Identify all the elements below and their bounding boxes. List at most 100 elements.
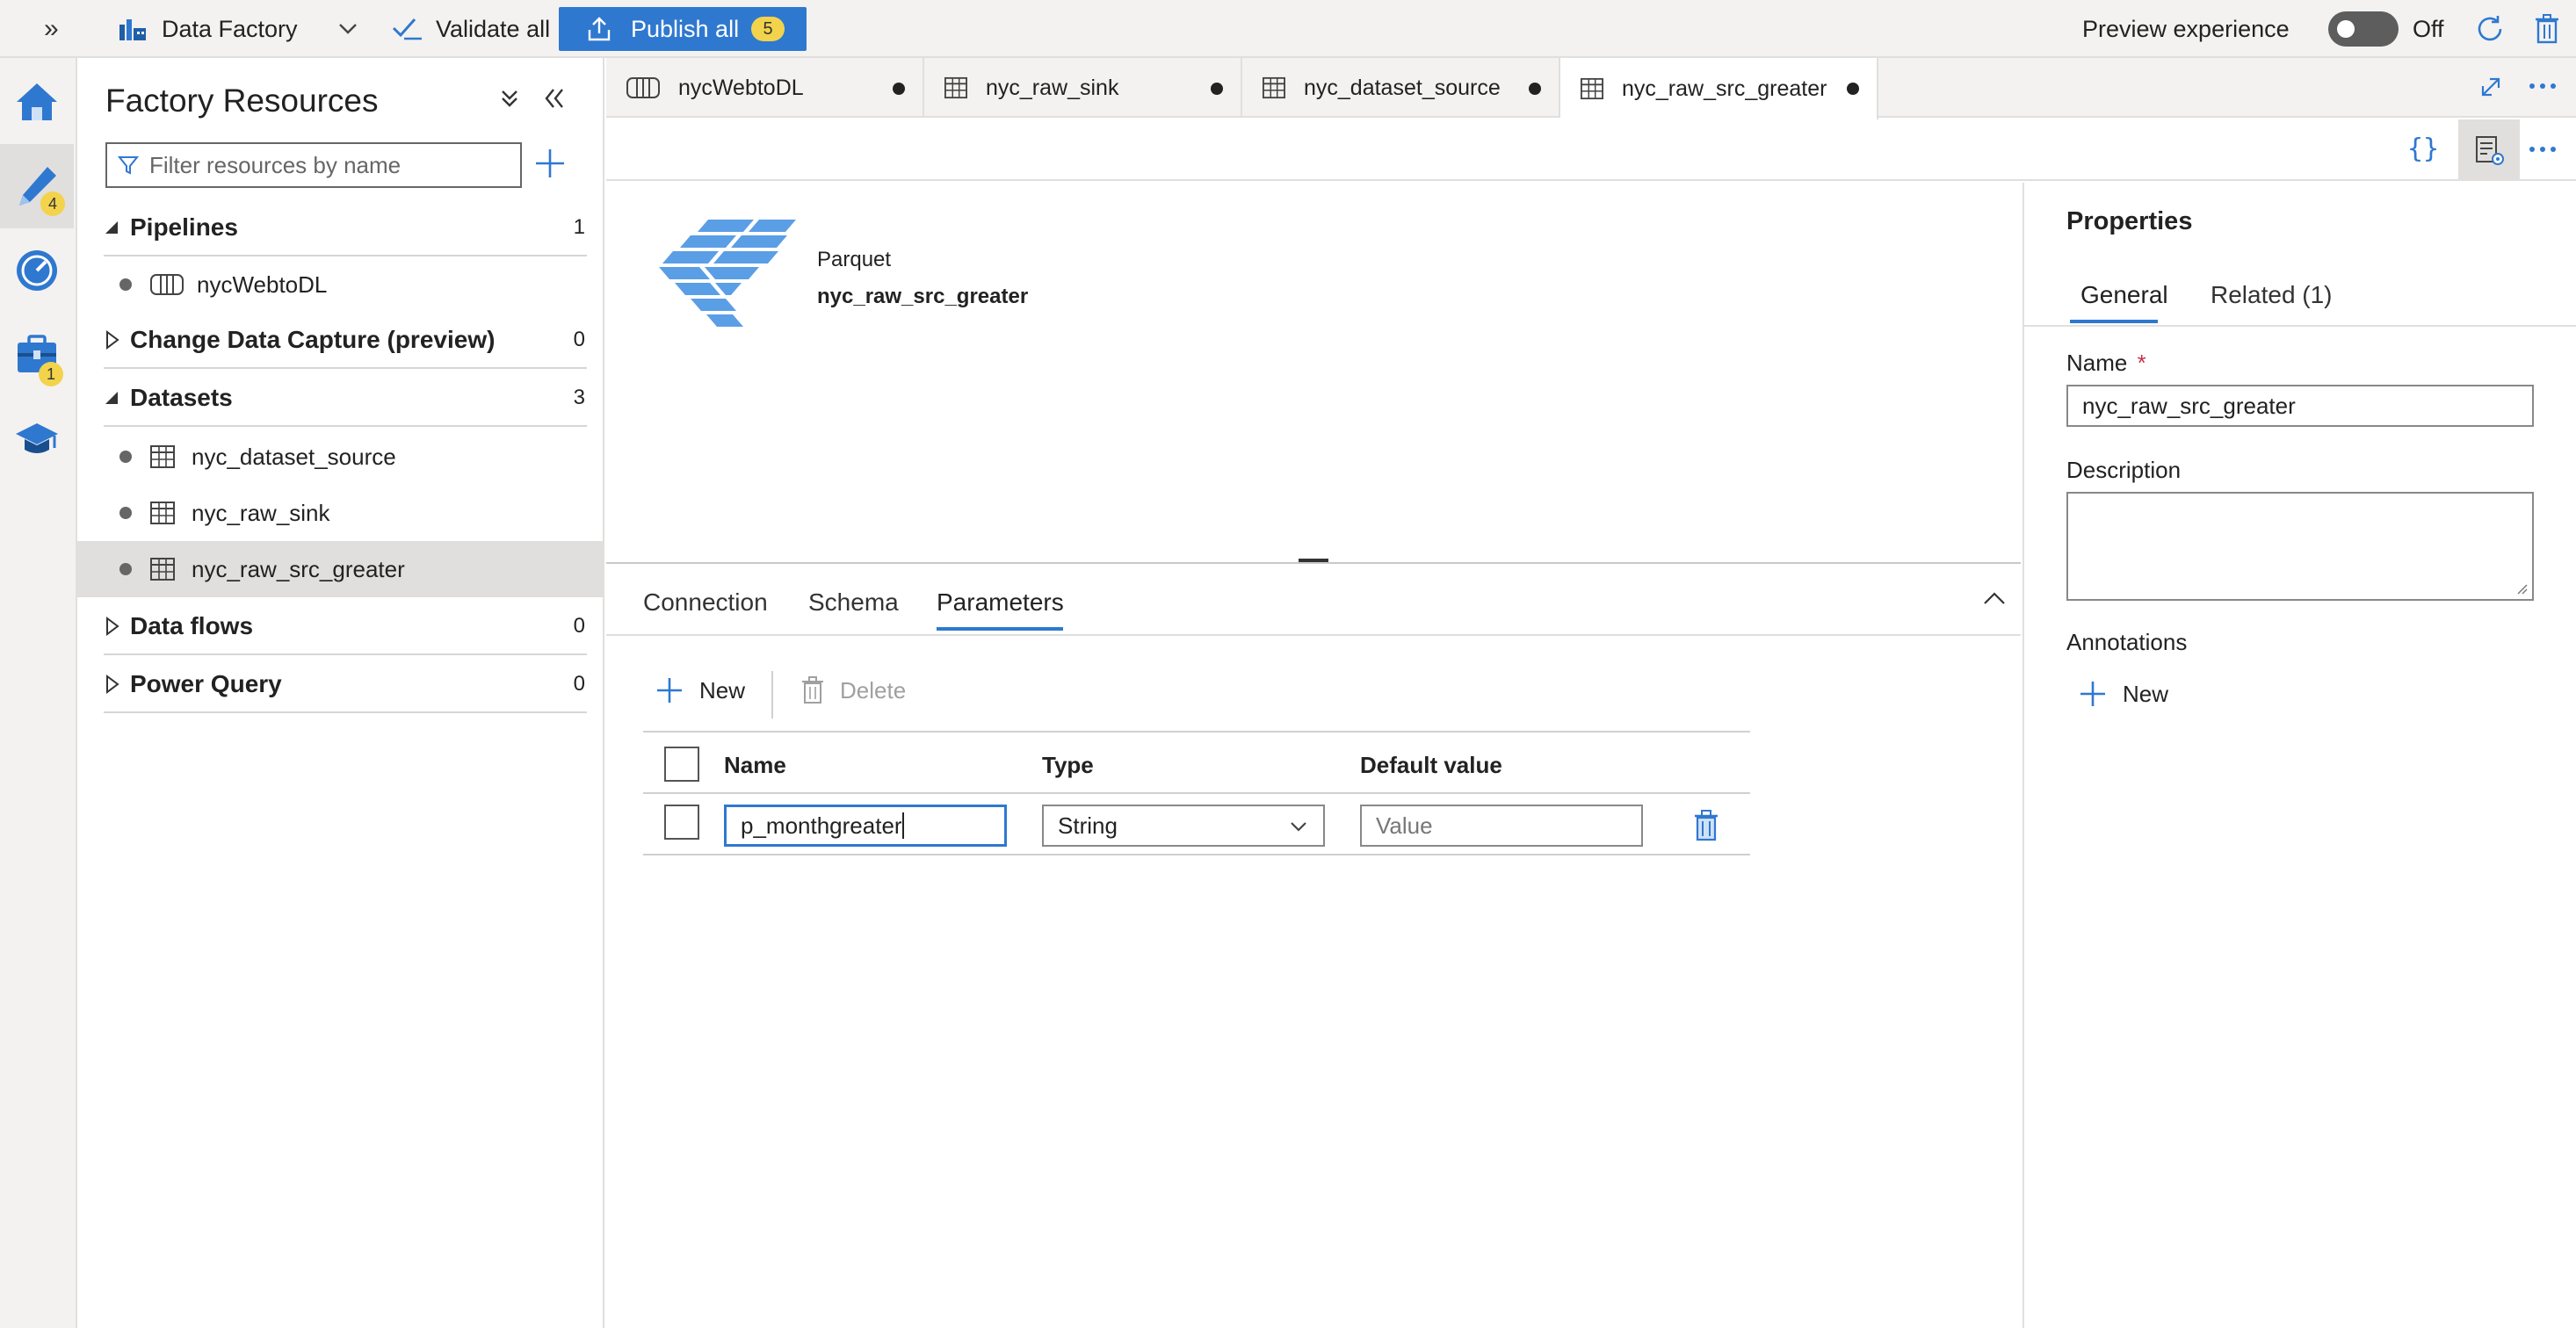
tab-nycwebtodl[interactable]: nycWebtoDL	[606, 58, 924, 118]
double-chevron-down-icon	[497, 84, 522, 112]
publish-all-button[interactable]: Publish all 5	[559, 7, 807, 51]
section-count: 3	[573, 386, 585, 409]
new-parameter-label: New	[699, 676, 746, 704]
dataset-item[interactable]: nyc_raw_sink	[77, 485, 604, 541]
dataset-item-selected[interactable]: nyc_raw_src_greater	[77, 541, 604, 597]
tab-label: nyc_raw_sink	[986, 75, 1119, 100]
section-count: 0	[573, 614, 585, 638]
tab-nyc-raw-src-greater[interactable]: nyc_raw_src_greater	[1560, 58, 1878, 119]
parameter-name-input[interactable]: p_monthgreater	[724, 805, 1007, 847]
collapse-all-button[interactable]	[497, 84, 522, 112]
dataset-name: nyc_raw_src_greater	[192, 555, 405, 582]
description-label: Description	[2066, 457, 2182, 483]
validate-all-button[interactable]: Validate all	[392, 0, 550, 58]
validate-check-icon	[392, 16, 423, 42]
ellipsis-icon	[2527, 139, 2558, 160]
properties-toggle-button[interactable]	[2458, 119, 2520, 181]
trash-icon	[2534, 14, 2560, 44]
tab-nyc-dataset-source[interactable]: nyc_dataset_source	[1242, 58, 1560, 118]
collapse-panel-button[interactable]	[1982, 590, 2007, 606]
dataset-item[interactable]: nyc_dataset_source	[77, 429, 604, 485]
collapsed-triangle-icon	[104, 330, 119, 350]
section-datasets[interactable]: Datasets 3	[104, 371, 587, 427]
tab-related[interactable]: Related (1)	[2211, 281, 2333, 309]
plus-icon	[655, 676, 684, 704]
section-label: Pipelines	[130, 213, 238, 241]
tab-connection[interactable]: Connection	[643, 588, 768, 617]
publish-all-label: Publish all	[631, 15, 740, 42]
table-icon	[1262, 76, 1286, 99]
chevron-up-icon	[1982, 590, 2007, 606]
manage-nav-button[interactable]: 1	[0, 313, 74, 397]
text-cursor	[901, 812, 904, 839]
preview-toggle[interactable]: Off	[2328, 0, 2444, 58]
discard-all-button[interactable]	[2534, 0, 2560, 58]
home-nav-button[interactable]	[0, 60, 74, 144]
select-all-checkbox[interactable]	[664, 747, 699, 782]
factory-selector[interactable]: Data Factory	[118, 0, 358, 58]
column-header-default-value: Default value	[1360, 752, 1502, 778]
table-icon	[149, 557, 176, 581]
parameter-type-select[interactable]: String	[1042, 805, 1325, 847]
filter-resources-input[interactable]: Filter resources by name	[105, 142, 522, 188]
table-icon	[149, 444, 176, 469]
manage-badge: 1	[39, 362, 63, 386]
delete-row-button[interactable]	[1694, 810, 1719, 841]
code-view-button[interactable]: {}	[2407, 134, 2439, 164]
row-checkbox[interactable]	[664, 805, 699, 840]
name-input[interactable]: nyc_raw_src_greater	[2066, 385, 2534, 427]
tab-divider	[606, 634, 2021, 636]
section-change-data-capture[interactable]: Change Data Capture (preview) 0	[104, 313, 587, 369]
learning-nav-button[interactable]	[0, 397, 74, 481]
refresh-button[interactable]	[2474, 0, 2506, 58]
tab-label: nycWebtoDL	[678, 75, 804, 100]
tab-schema[interactable]: Schema	[808, 588, 899, 617]
required-asterisk: *	[2137, 350, 2146, 376]
description-textarea[interactable]	[2066, 492, 2534, 601]
column-header-name: Name	[724, 752, 786, 778]
pipeline-item[interactable]: nycWebtoDL	[77, 256, 604, 313]
maximize-button[interactable]	[2478, 74, 2504, 100]
factory-icon	[118, 16, 148, 42]
section-power-query[interactable]: Power Query 0	[104, 657, 587, 713]
dataset-name: nyc_raw_sink	[192, 499, 330, 526]
panel-title: Factory Resources	[105, 83, 379, 119]
unsaved-dot-icon	[1529, 83, 1541, 95]
publish-count-badge: 5	[751, 17, 785, 41]
dataset-config-panel: Connection Schema Parameters New Delete …	[606, 564, 2021, 1328]
unsaved-dot-icon	[1847, 83, 1859, 95]
status-dot	[119, 278, 132, 291]
braces-icon: {}	[2407, 134, 2440, 164]
new-annotation-button[interactable]: New	[2079, 680, 2168, 708]
navigation-rail: 4 1	[0, 58, 77, 1328]
tabs-more-button[interactable]	[2527, 76, 2558, 97]
name-label-text: Name	[2066, 350, 2128, 376]
annotations-label: Annotations	[2066, 629, 2188, 655]
parameter-default-value-input[interactable]: Value	[1360, 805, 1643, 847]
refresh-icon	[2474, 13, 2506, 45]
unsaved-dot-icon	[1211, 83, 1223, 95]
expand-rail-button[interactable]: »	[44, 0, 59, 58]
section-count: 0	[573, 328, 585, 351]
new-parameter-button[interactable]: New	[655, 676, 745, 704]
section-data-flows[interactable]: Data flows 0	[104, 599, 587, 655]
tab-parameters[interactable]: Parameters	[937, 588, 1064, 617]
unsaved-dot-icon	[893, 83, 905, 95]
author-nav-button[interactable]: 4	[0, 144, 74, 228]
tab-general[interactable]: General	[2080, 281, 2168, 309]
section-pipelines[interactable]: Pipelines 1	[104, 200, 587, 256]
collapse-panel-button[interactable]	[541, 86, 568, 111]
delete-parameter-button[interactable]: Delete	[801, 676, 906, 704]
double-chevron-right-icon: »	[44, 14, 59, 43]
expanded-triangle-icon	[104, 390, 119, 406]
preview-label-text: Preview experience	[2082, 15, 2290, 42]
toggle-state-label: Off	[2413, 15, 2444, 42]
monitor-nav-button[interactable]	[0, 228, 74, 313]
plus-icon	[2079, 680, 2107, 708]
tab-label: nyc_dataset_source	[1304, 75, 1501, 100]
tab-nyc-raw-sink[interactable]: nyc_raw_sink	[924, 58, 1242, 118]
collapsed-triangle-icon	[104, 617, 119, 636]
toolbar-more-button[interactable]	[2527, 139, 2558, 160]
add-resource-button[interactable]	[532, 146, 568, 181]
table-icon	[1580, 77, 1604, 100]
